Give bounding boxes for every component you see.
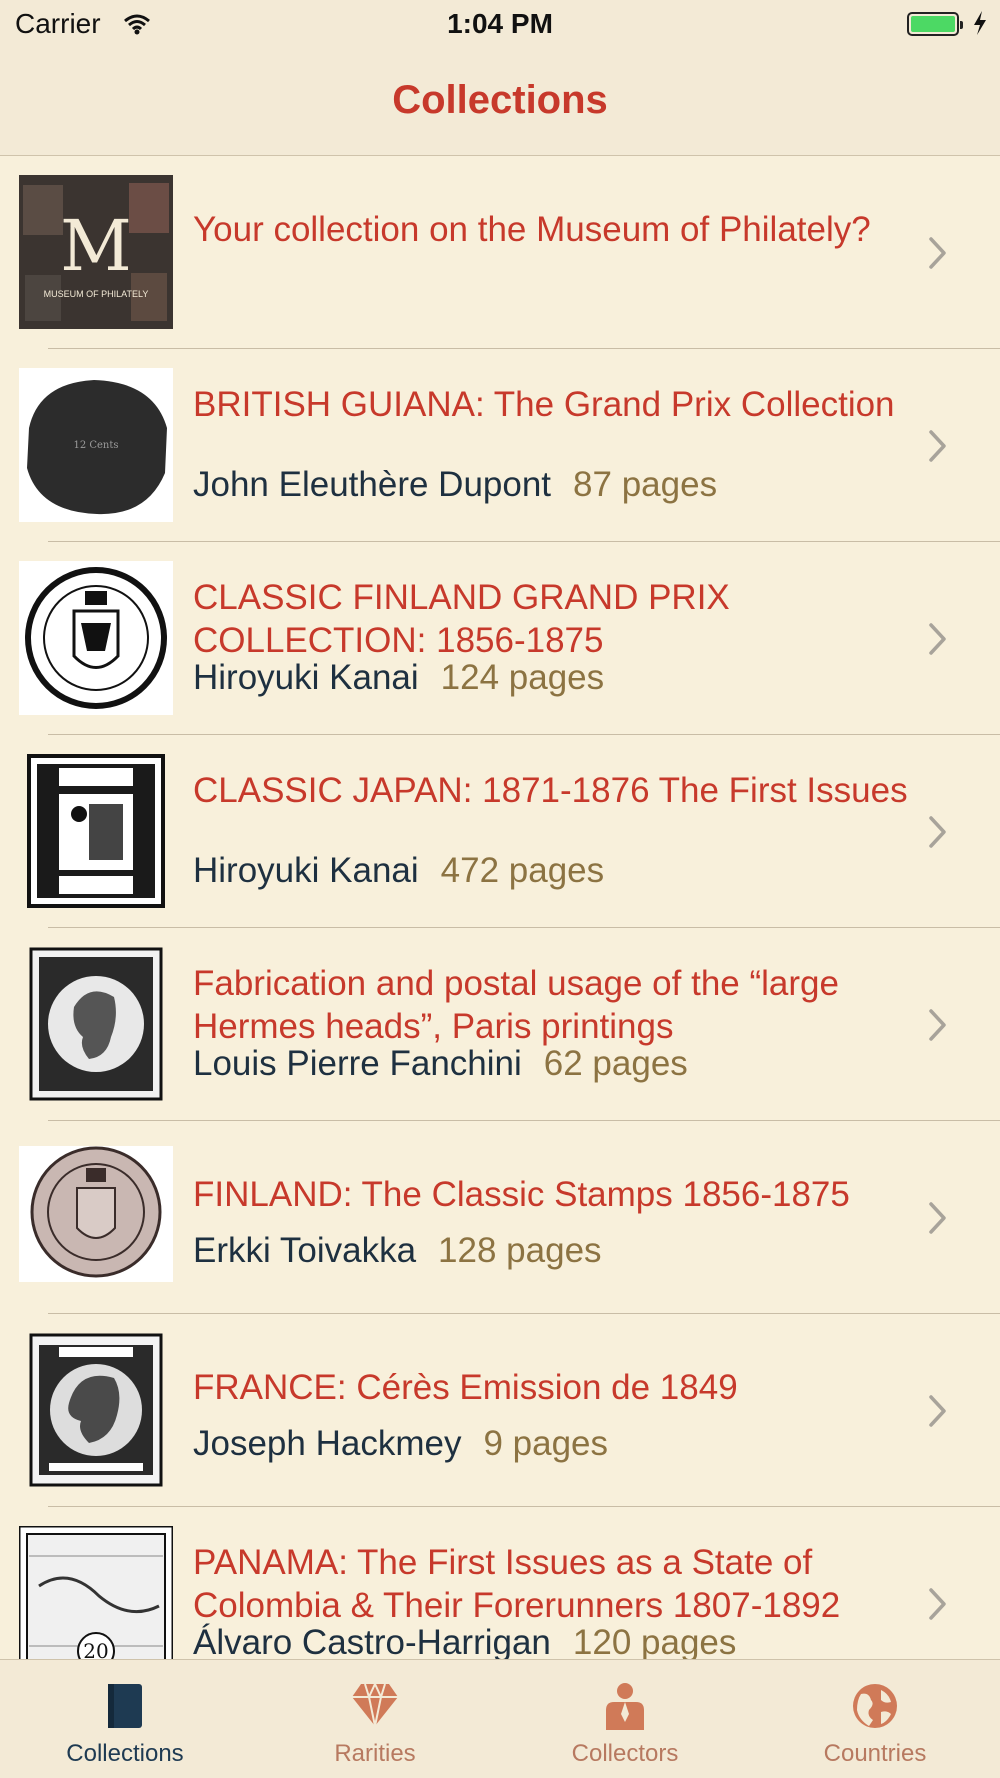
collection-title: CLASSIC JAPAN: 1871-1876 The First Issue… bbox=[193, 771, 908, 810]
page-count: 472 pages bbox=[440, 851, 605, 890]
chevron-right-icon bbox=[928, 1587, 948, 1626]
list-item[interactable]: CLASSIC FINLAND GRAND PRIX COLLECTION: 1… bbox=[0, 542, 1000, 735]
collection-meta: Álvaro Castro-Harrigan 120 pages bbox=[193, 1623, 913, 1659]
collector-name: Joseph Hackmey bbox=[193, 1424, 462, 1463]
list-item-promo[interactable]: M MUSEUM OF PHILATELY Your collection on… bbox=[0, 156, 1000, 349]
collection-title: FRANCE: Cérès Emission de 1849 bbox=[193, 1368, 738, 1407]
collector-name: Erkki Toivakka bbox=[193, 1231, 417, 1270]
tab-collections[interactable]: Collections bbox=[0, 1660, 250, 1778]
collections-list[interactable]: M MUSEUM OF PHILATELY Your collection on… bbox=[0, 156, 1000, 1659]
chevron-right-icon bbox=[928, 429, 948, 468]
book-icon bbox=[0, 1682, 250, 1730]
list-item[interactable]: 20 PANAMA: The First Issues as a State o… bbox=[0, 1507, 1000, 1659]
chevron-right-icon bbox=[928, 1008, 948, 1047]
museum-logo-caption: MUSEUM OF PHILATELY bbox=[44, 289, 149, 299]
promo-title: Your collection on the Museum of Philate… bbox=[193, 210, 871, 249]
chevron-right-icon bbox=[928, 236, 948, 275]
collection-title: Fabrication and postal usage of the “lar… bbox=[193, 964, 839, 1046]
page-title: Collections bbox=[392, 78, 608, 122]
chevron-right-icon bbox=[928, 1394, 948, 1433]
svg-text:12 Cents: 12 Cents bbox=[73, 440, 118, 451]
page-count: 9 pages bbox=[483, 1424, 609, 1463]
collection-title: FINLAND: The Classic Stamps 1856-1875 bbox=[193, 1175, 850, 1214]
collector-name: Hiroyuki Kanai bbox=[193, 851, 419, 890]
collection-meta: John Eleuthère Dupont 87 pages bbox=[193, 465, 913, 505]
tab-bar: Collections Rarities Collectors Countrie… bbox=[0, 1659, 1000, 1778]
finland-classic-stamp-icon bbox=[19, 1140, 173, 1294]
list-item[interactable]: CLASSIC JAPAN: 1871-1876 The First Issue… bbox=[0, 735, 1000, 928]
list-item[interactable]: Fabrication and postal usage of the “lar… bbox=[0, 928, 1000, 1121]
collection-meta: Louis Pierre Fanchini 62 pages bbox=[193, 1044, 913, 1084]
tab-label: Collections bbox=[66, 1740, 184, 1767]
tab-collectors[interactable]: Collectors bbox=[500, 1660, 750, 1778]
finland-stamp-icon bbox=[19, 561, 173, 715]
collector-name: John Eleuthère Dupont bbox=[193, 465, 552, 504]
list-item[interactable]: FRANCE: Cérès Emission de 1849 Joseph Ha… bbox=[0, 1314, 1000, 1507]
collection-title: CLASSIC FINLAND GRAND PRIX COLLECTION: 1… bbox=[193, 578, 730, 660]
collector-name: Álvaro Castro-Harrigan bbox=[193, 1623, 551, 1659]
page-count: 120 pages bbox=[572, 1623, 737, 1659]
list-item[interactable]: FINLAND: The Classic Stamps 1856-1875 Er… bbox=[0, 1121, 1000, 1314]
status-bar: Carrier 1:04 PM bbox=[0, 0, 1000, 50]
japan-stamp-icon bbox=[19, 754, 173, 908]
museum-logo-thumbnail: M MUSEUM OF PHILATELY bbox=[19, 175, 173, 329]
person-icon bbox=[500, 1682, 750, 1730]
page-count: 87 pages bbox=[573, 465, 718, 504]
page-count: 62 pages bbox=[543, 1044, 688, 1083]
hermes-head-stamp-icon bbox=[19, 947, 173, 1101]
chevron-right-icon bbox=[928, 622, 948, 661]
collection-meta: Joseph Hackmey 9 pages bbox=[193, 1424, 913, 1464]
page-count: 128 pages bbox=[438, 1231, 602, 1270]
collection-title: PANAMA: The First Issues as a State of C… bbox=[193, 1543, 841, 1625]
globe-icon bbox=[750, 1682, 1000, 1730]
collection-meta: Hiroyuki Kanai 124 pages bbox=[193, 658, 913, 698]
tab-label: Countries bbox=[823, 1740, 927, 1767]
collector-name: Louis Pierre Fanchini bbox=[193, 1044, 522, 1083]
collection-meta: Hiroyuki Kanai 472 pages bbox=[193, 851, 913, 891]
chevron-right-icon bbox=[928, 1201, 948, 1240]
clock-label: 1:04 PM bbox=[447, 8, 553, 39]
collection-title: BRITISH GUIANA: The Grand Prix Collectio… bbox=[193, 385, 895, 424]
tab-label: Rarities bbox=[334, 1740, 416, 1767]
ceres-stamp-icon bbox=[19, 1333, 173, 1487]
list-item[interactable]: 12 Cents BRITISH GUIANA: The Grand Prix … bbox=[0, 349, 1000, 542]
diamond-icon bbox=[250, 1682, 500, 1728]
charging-bolt-icon bbox=[972, 10, 988, 43]
british-guiana-stamp-icon: 12 Cents bbox=[19, 368, 173, 522]
tab-label: Collectors bbox=[571, 1740, 679, 1767]
svg-text:20: 20 bbox=[83, 1639, 108, 1659]
collection-meta: Erkki Toivakka 128 pages bbox=[193, 1231, 913, 1271]
tab-countries[interactable]: Countries bbox=[750, 1660, 1000, 1778]
collector-name: Hiroyuki Kanai bbox=[193, 658, 419, 697]
museum-logo-letters: M bbox=[60, 205, 132, 287]
navigation-bar: Collections bbox=[0, 50, 1000, 156]
chevron-right-icon bbox=[928, 815, 948, 854]
panama-stamp-icon: 20 bbox=[19, 1526, 173, 1659]
battery-icon bbox=[907, 12, 963, 36]
page-count: 124 pages bbox=[440, 658, 605, 697]
tab-rarities[interactable]: Rarities bbox=[250, 1660, 500, 1778]
